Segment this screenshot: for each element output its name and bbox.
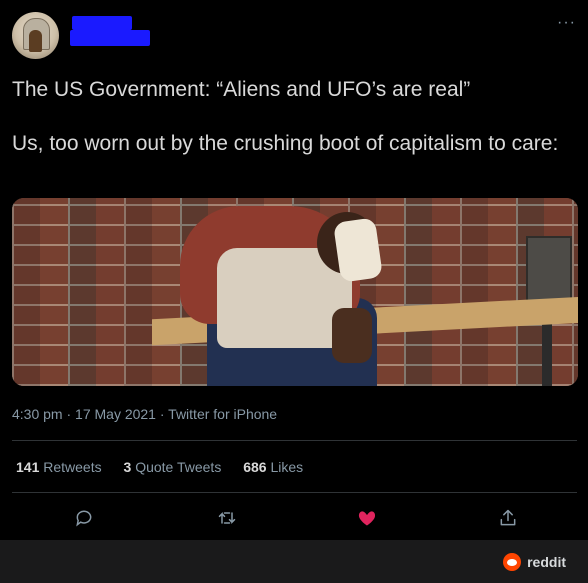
retweet-icon (218, 512, 236, 524)
avatar[interactable] (12, 12, 59, 59)
avatar-figure (29, 30, 42, 52)
divider (12, 440, 577, 441)
more-options-button[interactable]: ··· (557, 14, 576, 32)
wall-plaque (526, 236, 572, 302)
reddit-watermark: reddit (503, 553, 566, 571)
quote-tweets-stat[interactable]: 3 Quote Tweets (124, 459, 222, 475)
reply-button[interactable] (71, 505, 97, 531)
share-icon (500, 509, 516, 526)
tweet-text-line2: Us, too worn out by the crushing boot of… (12, 132, 559, 155)
redacted-display-name (72, 16, 132, 30)
tweet-card: ··· The US Government: “Aliens and UFO’s… (0, 0, 588, 540)
reply-icon (76, 510, 92, 527)
tweet-text: The US Government: “Aliens and UFO’s are… (12, 76, 577, 157)
tweet-photo[interactable] (12, 198, 578, 386)
reddit-label: reddit (527, 554, 566, 570)
retweets-stat[interactable]: 141 Retweets (16, 459, 102, 475)
retweet-button[interactable] (214, 505, 240, 531)
redacted-username (70, 30, 150, 46)
like-button[interactable] (354, 505, 380, 531)
reddit-footer: reddit (0, 540, 588, 583)
person-visor (333, 217, 383, 283)
reddit-logo-icon (503, 553, 522, 571)
tweet-timestamp[interactable]: 4:30 pm · 17 May 2021 · Twitter for iPho… (12, 406, 277, 422)
divider (12, 492, 577, 493)
share-button[interactable] (495, 505, 521, 531)
likes-stat[interactable]: 686 Likes (243, 459, 303, 475)
heart-icon (358, 511, 376, 526)
person-hands (332, 308, 372, 363)
tweet-actions (12, 503, 577, 533)
engagement-stats: 141 Retweets 3 Quote Tweets 686 Likes (16, 459, 321, 475)
tweet-text-line1: The US Government: “Aliens and UFO’s are… (12, 78, 471, 101)
